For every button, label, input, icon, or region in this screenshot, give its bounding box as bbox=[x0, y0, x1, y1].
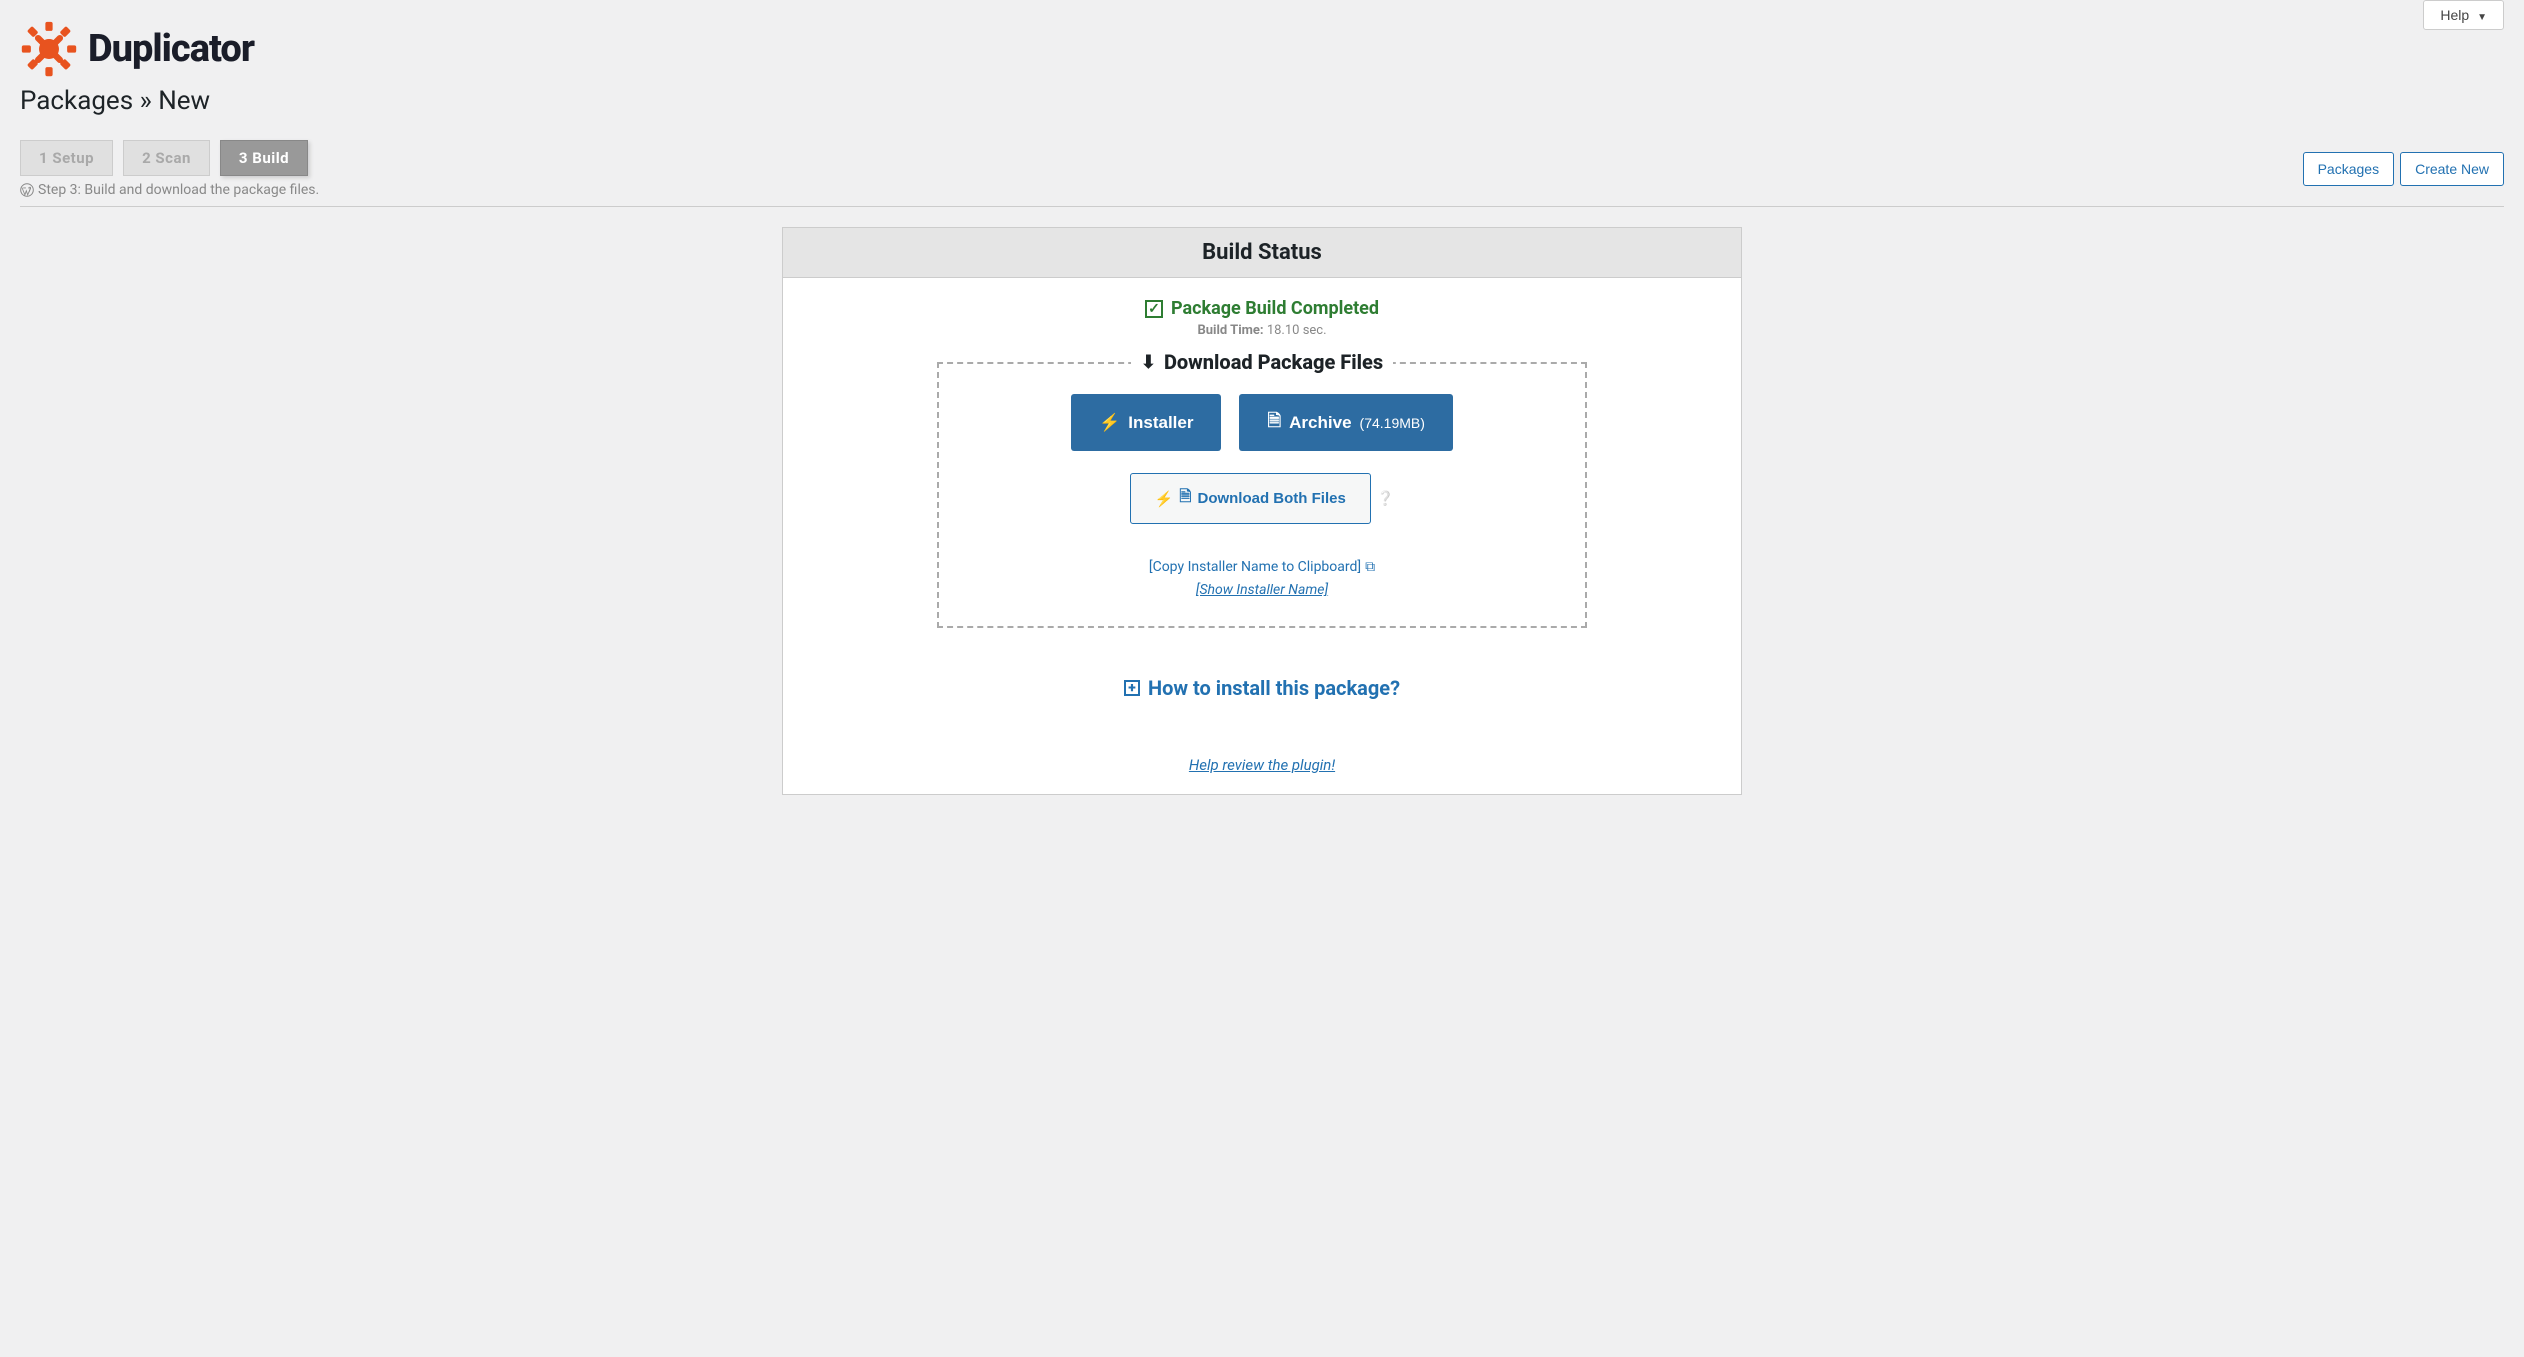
how-to-install-link[interactable]: + How to install this package? bbox=[1124, 676, 1400, 700]
show-installer-link[interactable]: [Show Installer Name] bbox=[1196, 582, 1328, 598]
success-text: Package Build Completed bbox=[1171, 298, 1379, 319]
file-icon: 🗎 bbox=[1179, 486, 1191, 511]
wizard-tabs: 1 Setup 2 Scan 3 Build bbox=[20, 140, 319, 176]
plus-square-icon: + bbox=[1124, 680, 1140, 696]
download-box: ⬇ Download Package Files ⚡ Installer 🗎 A… bbox=[937, 362, 1587, 628]
bolt-icon: ⚡ bbox=[1099, 413, 1120, 433]
tab-scan: 2 Scan bbox=[123, 140, 210, 176]
build-status-panel: Build Status ✓ Package Build Completed B… bbox=[782, 227, 1742, 795]
download-title-text: Download Package Files bbox=[1164, 350, 1383, 374]
tab-build: 3 Build bbox=[220, 140, 308, 176]
copy-icon: ⧉ bbox=[1365, 559, 1375, 575]
archive-size: (74.19MB) bbox=[1360, 415, 1425, 431]
copy-installer-link[interactable]: [Copy Installer Name to Clipboard] ⧉ bbox=[1149, 559, 1375, 575]
file-archive-icon: 🗎 bbox=[1267, 408, 1281, 437]
create-new-button[interactable]: Create New bbox=[2400, 152, 2504, 186]
download-both-button[interactable]: ⚡ 🗎 Download Both Files bbox=[1130, 473, 1371, 524]
installer-button[interactable]: ⚡ Installer bbox=[1071, 394, 1221, 451]
tab-setup: 1 Setup bbox=[20, 140, 113, 176]
archive-label: Archive bbox=[1289, 413, 1351, 433]
page-title: Packages » New bbox=[20, 86, 2504, 116]
brand-logo: Duplicator bbox=[20, 20, 2504, 78]
duplicator-gear-icon bbox=[20, 20, 78, 78]
archive-button[interactable]: 🗎 Archive (74.19MB) bbox=[1239, 394, 1452, 451]
wordpress-icon bbox=[20, 183, 34, 197]
download-icon: ⬇ bbox=[1141, 352, 1156, 373]
panel-title: Build Status bbox=[783, 228, 1741, 278]
build-time-label: Build Time: bbox=[1197, 323, 1263, 338]
help-button[interactable]: Help ▼ bbox=[2423, 0, 2504, 30]
help-label: Help bbox=[2440, 7, 2469, 23]
caret-down-icon: ▼ bbox=[2477, 12, 2487, 23]
download-both-label: Download Both Files bbox=[1197, 490, 1345, 507]
help-tooltip-icon[interactable]: ❔ bbox=[1377, 491, 1394, 507]
bolt-icon: ⚡ bbox=[1155, 490, 1174, 508]
download-title: ⬇ Download Package Files bbox=[1131, 350, 1393, 374]
packages-button[interactable]: Packages bbox=[2303, 152, 2394, 186]
step-description: Step 3: Build and download the package f… bbox=[20, 182, 319, 198]
installer-label: Installer bbox=[1128, 413, 1193, 433]
build-success-message: ✓ Package Build Completed bbox=[803, 298, 1721, 319]
build-time-value: 18.10 sec. bbox=[1267, 323, 1327, 338]
brand-name: Duplicator bbox=[88, 27, 254, 71]
build-time: Build Time: 18.10 sec. bbox=[803, 323, 1721, 338]
how-to-install-text: How to install this package? bbox=[1148, 676, 1400, 700]
check-icon: ✓ bbox=[1145, 300, 1163, 318]
copy-installer-text: [Copy Installer Name to Clipboard] bbox=[1149, 559, 1361, 575]
step-description-text: Step 3: Build and download the package f… bbox=[38, 182, 319, 198]
review-plugin-link[interactable]: Help review the plugin! bbox=[1189, 756, 1335, 774]
